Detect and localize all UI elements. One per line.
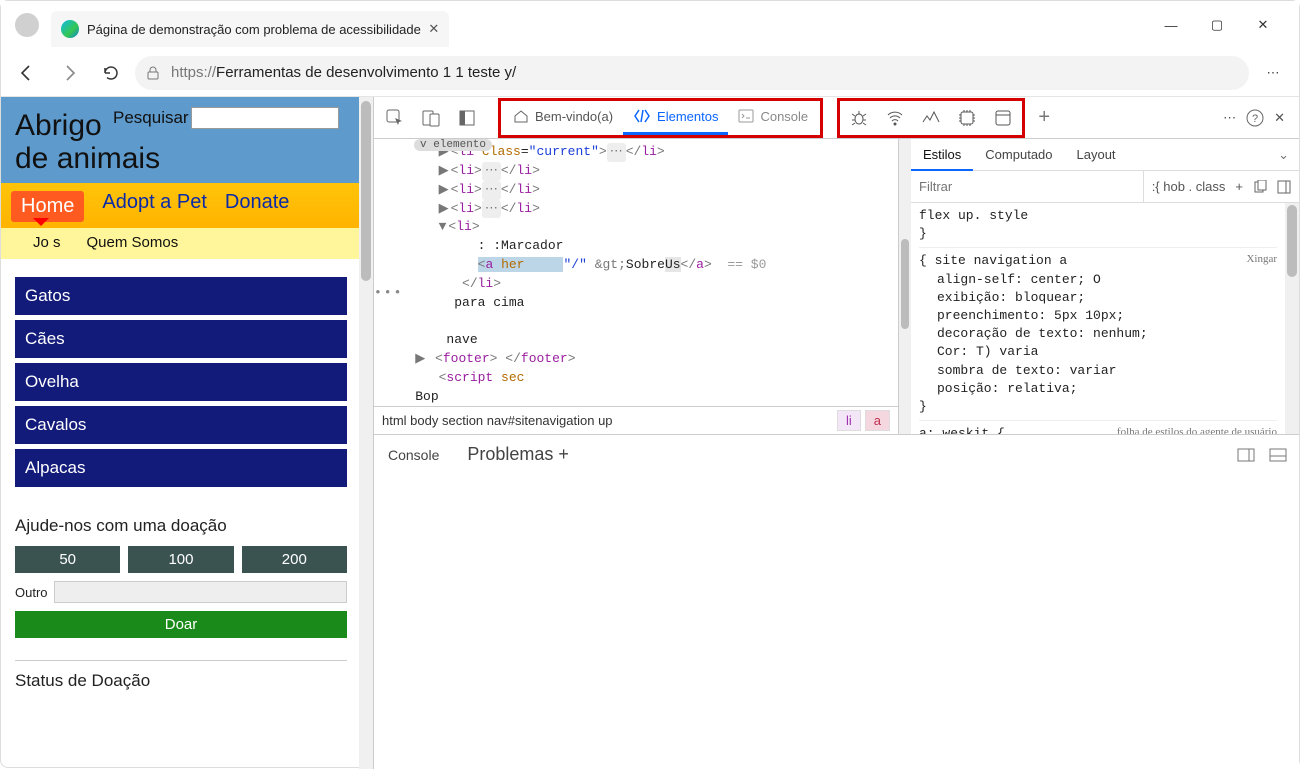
tab-styles[interactable]: Estilos [911,139,973,171]
nav-adopt[interactable]: Adopt a Pet [102,191,207,222]
drawer-body [374,474,1299,769]
tab-console[interactable]: Console [728,101,818,135]
drawer-expand-icon[interactable] [1269,448,1287,462]
dom-row-menu-icon[interactable]: ••• [374,285,403,300]
demo-page: Abrigode animais Pesquisar Home Adopt a … [1,97,373,769]
category-item[interactable]: Gatos [15,277,347,315]
application-icon[interactable] [986,101,1020,135]
svg-text:?: ? [1252,113,1258,125]
donate-other-input[interactable] [54,581,347,603]
nav-home[interactable]: Home [11,191,84,222]
copy-styles-icon[interactable] [1253,180,1267,194]
window-close-button[interactable]: ✕ [1253,15,1273,35]
network-icon[interactable] [878,101,912,135]
category-item[interactable]: Cavalos [15,406,347,444]
drawer-dock-icon[interactable] [1237,448,1255,462]
subnav-jobs[interactable]: Jo s [33,234,61,251]
dom-scrollbar[interactable] [899,139,911,434]
window-minimize-button[interactable]: — [1161,15,1181,35]
performance-icon[interactable] [914,101,948,135]
profile-avatar[interactable] [15,13,39,37]
category-item[interactable]: Alpacas [15,449,347,487]
nav-donate[interactable]: Donate [225,191,290,222]
donate-heading: Ajude-nos com uma doação [15,516,347,536]
search-label: Pesquisar [113,108,189,128]
donate-other-label: Outro [15,585,48,600]
element-badge: v elemento [414,139,492,151]
drawer-tab-console[interactable]: Console [374,435,453,474]
back-button[interactable] [9,55,45,91]
url-bar[interactable]: https://Ferramentas de desenvolvimento 1… [135,56,1249,90]
category-item[interactable]: Cães [15,320,347,358]
breadcrumb[interactable]: html body section nav#sitenavigation up … [374,406,898,434]
hov-toggle[interactable]: :{ hob . class [1152,179,1226,194]
styles-expand-icon[interactable]: ⌄ [1266,139,1299,171]
toggle-panel-icon[interactable] [1277,180,1291,194]
crumb-a[interactable]: a [865,410,890,431]
donate-amount-button[interactable]: 50 [15,546,120,573]
add-tab-button[interactable]: + [1027,101,1061,135]
category-item[interactable]: Ovelha [15,363,347,401]
drawer-tab-problems[interactable]: Problemas + [453,435,583,474]
styles-scrollbar[interactable] [1285,203,1299,434]
tab-title: Página de demonstração com problema de a… [87,22,421,37]
reload-button[interactable] [93,55,129,91]
devtools-tabs-highlight: Bem-vindo(a) Elementos Console [498,98,823,138]
edge-icon [61,20,79,38]
device-emulation-icon[interactable] [414,101,448,135]
devtools-close-icon[interactable]: ✕ [1274,110,1285,126]
dom-tree[interactable]: v elemento ••• ▶<li class="current">⋯</l… [374,139,898,406]
bug-icon[interactable] [842,101,876,135]
subnav-about[interactable]: Quem Somos [87,234,179,251]
tab-welcome[interactable]: Bem-vindo(a) [503,101,623,135]
donate-amount-button[interactable]: 200 [242,546,347,573]
forward-button[interactable] [51,55,87,91]
window-maximize-button[interactable]: ▢ [1207,15,1227,35]
tab-layout[interactable]: Layout [1065,139,1128,171]
lock-icon [145,65,161,81]
url-host: Ferramentas de desenvolvimento 1 1 teste… [216,64,516,81]
url-scheme: https:// [171,64,216,81]
devtools-help-icon[interactable]: ? [1246,109,1264,127]
donate-amount-button[interactable]: 100 [128,546,233,573]
devtools-panel: Bem-vindo(a) Elementos Console + ⋯ ? ✕ [373,97,1299,769]
styles-rules[interactable]: flex up. style} { site navigation aXinga… [911,203,1285,434]
browser-menu-button[interactable]: ⋯ [1255,55,1291,91]
tab-elements[interactable]: Elementos [623,101,728,135]
crumb-li[interactable]: li [837,410,861,431]
styles-filter-input[interactable] [911,171,1143,202]
devtools-more-icon[interactable]: ⋯ [1223,110,1236,126]
inspect-element-icon[interactable] [378,101,412,135]
search-input[interactable] [191,107,339,129]
donate-submit-button[interactable]: Doar [15,611,347,638]
page-scrollbar[interactable] [359,97,373,769]
new-rule-icon[interactable]: + [1235,179,1243,194]
browser-tab[interactable]: Página de demonstração com problema de a… [51,11,449,47]
devtools-tools-highlight [837,98,1025,138]
donation-status-heading: Status de Doação [1,661,361,691]
tab-computed[interactable]: Computado [973,139,1064,171]
memory-icon[interactable] [950,101,984,135]
tab-close-icon[interactable]: ✕ [425,20,443,38]
primary-nav: Home Adopt a Pet Donate [1,183,361,228]
dock-side-icon[interactable] [450,101,484,135]
